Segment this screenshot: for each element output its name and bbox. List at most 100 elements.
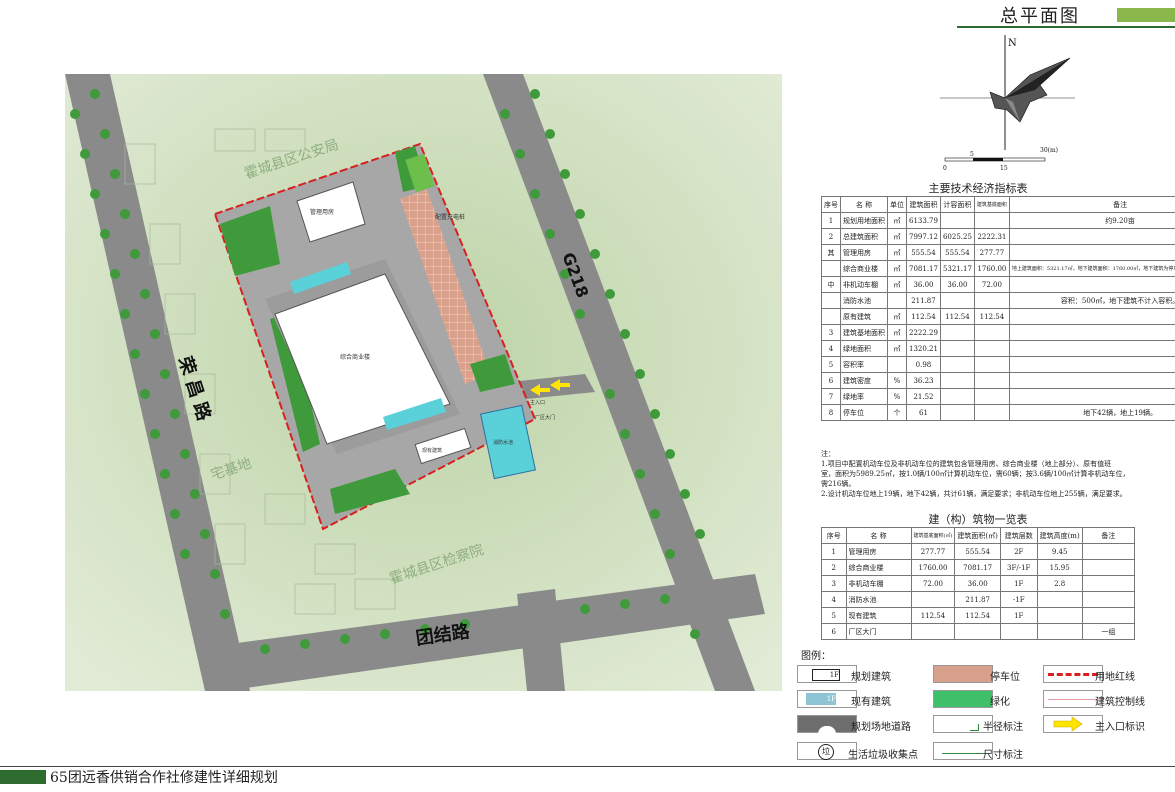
table-cell: 总建筑面积: [840, 228, 888, 245]
table-cell: 72.00: [910, 575, 956, 592]
table-cell: 现有建筑: [845, 607, 912, 624]
table-cell: [1008, 340, 1175, 357]
table-cell: ㎡: [887, 260, 907, 277]
table-cell: 5: [821, 356, 841, 373]
table-cell: 72.00: [973, 276, 1010, 293]
legend-symbol-control-line: [1043, 690, 1103, 708]
table-header-cell: 建筑面积: [906, 196, 941, 213]
table-cell: [973, 372, 1010, 389]
notes-line: 室，面积为5989.25㎡，按1.0辆/100㎡计算机动车位，需60辆；按3.6…: [821, 470, 1130, 478]
table-cell: 2: [821, 228, 841, 245]
table-cell: [821, 308, 841, 325]
table-row: 中非机动车棚㎡ 36.00 36.00 72.00: [821, 276, 1175, 293]
legend-label-arrow: 主入口标识: [1095, 722, 1145, 733]
table-header-cell: 计容面积: [939, 196, 975, 213]
table-cell: 555.54: [906, 244, 941, 261]
label-main: 综合商业楼: [340, 353, 370, 361]
table-cell: 1: [821, 212, 841, 229]
table-cell: ㎡: [887, 276, 907, 293]
table-cell: 6025.25: [939, 228, 975, 245]
table-row: 6 建筑密度% 36.23: [821, 372, 1175, 389]
table-cell: [939, 404, 975, 421]
table-header-cell: 备注: [1081, 527, 1136, 544]
table-cell: [1008, 244, 1175, 261]
table-row: 4 绿地面积㎡ 1320.21: [821, 340, 1175, 357]
table-cell: ㎡: [887, 212, 907, 229]
table-cell: 原有建筑: [840, 308, 888, 325]
scale-label-30: 30(m): [1040, 147, 1058, 154]
indicator-table-title: 主要技术经济指标表: [928, 182, 1028, 195]
table-cell: [1081, 575, 1136, 592]
table-cell: 其: [821, 244, 841, 261]
table-cell: 个: [887, 404, 907, 421]
project-title: 65团远香供销合作社修建性详细规划: [50, 770, 278, 786]
table-header-cell: 建筑层数: [999, 527, 1038, 544]
table-cell: 3: [821, 575, 847, 592]
table-cell: 2.8: [1036, 575, 1083, 592]
table-cell: ㎡: [887, 324, 907, 341]
legend-label-dimension: 尺寸标注: [983, 750, 1023, 761]
table-cell: %: [887, 372, 907, 389]
table-cell: [973, 404, 1010, 421]
table-cell: 2222.29: [906, 324, 941, 341]
table-cell: 5321.17: [939, 260, 975, 277]
table-cell: 211.87: [954, 591, 1001, 608]
table-cell: 112.54: [906, 308, 941, 325]
table-cell: [973, 212, 1010, 229]
table-header-cell: 建筑面积(㎡): [954, 527, 1001, 544]
table-cell: [939, 212, 975, 229]
compass-north: N: [1008, 38, 1017, 49]
table-cell: 停车位: [840, 404, 888, 421]
table-cell: [1081, 559, 1136, 576]
table-cell: 36.00: [906, 276, 941, 293]
legend-symbol-existing: 1F: [797, 690, 857, 708]
table-header-cell: 备注: [1008, 196, 1175, 213]
table-cell: 6133.79: [906, 212, 941, 229]
table-cell: ㎡: [887, 244, 907, 261]
table-row: 7 绿地率% 21.52: [821, 388, 1175, 405]
table-cell: 1760.00: [910, 559, 956, 576]
table-cell: [973, 356, 1010, 373]
table-cell: [973, 292, 1010, 309]
table-cell: 6: [821, 372, 841, 389]
table-cell: 61: [906, 404, 941, 421]
table-cell: 36.00: [954, 575, 1001, 592]
table-cell: 1F: [999, 575, 1038, 592]
table-cell: 消防水池: [840, 292, 888, 309]
table-row: 原有建筑㎡ 112.54 112.54 112.54: [821, 308, 1175, 325]
table-row: 消防水池 211.87 容积：500㎡，地下建筑不计入容积。: [821, 292, 1175, 309]
footer-accent: [0, 770, 46, 784]
table-header-cell: 名 称: [845, 527, 912, 544]
trash-icon: 垃: [818, 744, 834, 760]
table-row: 5 容积率 0.98: [821, 356, 1175, 373]
table-cell: 112.54: [939, 308, 975, 325]
table-row: 8 停车位个 61 地下42辆，地上19辆。: [821, 404, 1175, 421]
table-row: 4 消防水池 211.87 -1F: [821, 591, 1136, 608]
legend-symbol-planned: 1F: [797, 665, 857, 683]
table-cell: 112.54: [973, 308, 1010, 325]
table-cell: 555.54: [939, 244, 975, 261]
table-cell: 建筑密度: [840, 372, 888, 389]
legend-symbol-road: [797, 715, 857, 734]
table-cell: 36.00: [939, 276, 975, 293]
table-cell: 112.54: [910, 607, 956, 624]
table-cell: ㎡: [887, 308, 907, 325]
legend-label-planned: 规划建筑: [851, 672, 891, 683]
table-cell: 21.52: [906, 388, 941, 405]
label-entrance: 主入口: [530, 399, 545, 406]
table-cell: 6: [821, 623, 847, 640]
table-cell: [1081, 591, 1136, 608]
compass: N 0 5 15 30(m): [940, 35, 1075, 170]
table-cell: [1036, 607, 1083, 624]
table-cell: [821, 292, 841, 309]
table-row: 5 现有建筑 112.54 112.54 1F: [821, 607, 1136, 624]
table-cell: 约9.20亩: [1008, 212, 1175, 229]
table-cell: [973, 388, 1010, 405]
table-cell: 3: [821, 324, 841, 341]
label-existing: 现有建筑: [422, 447, 442, 454]
scale-label-5: 5: [970, 151, 974, 158]
table-cell: 综合商业楼: [845, 559, 912, 576]
table-cell: 1760.00: [973, 260, 1010, 277]
title-rule: [957, 26, 1175, 28]
table-cell: [1008, 372, 1175, 389]
